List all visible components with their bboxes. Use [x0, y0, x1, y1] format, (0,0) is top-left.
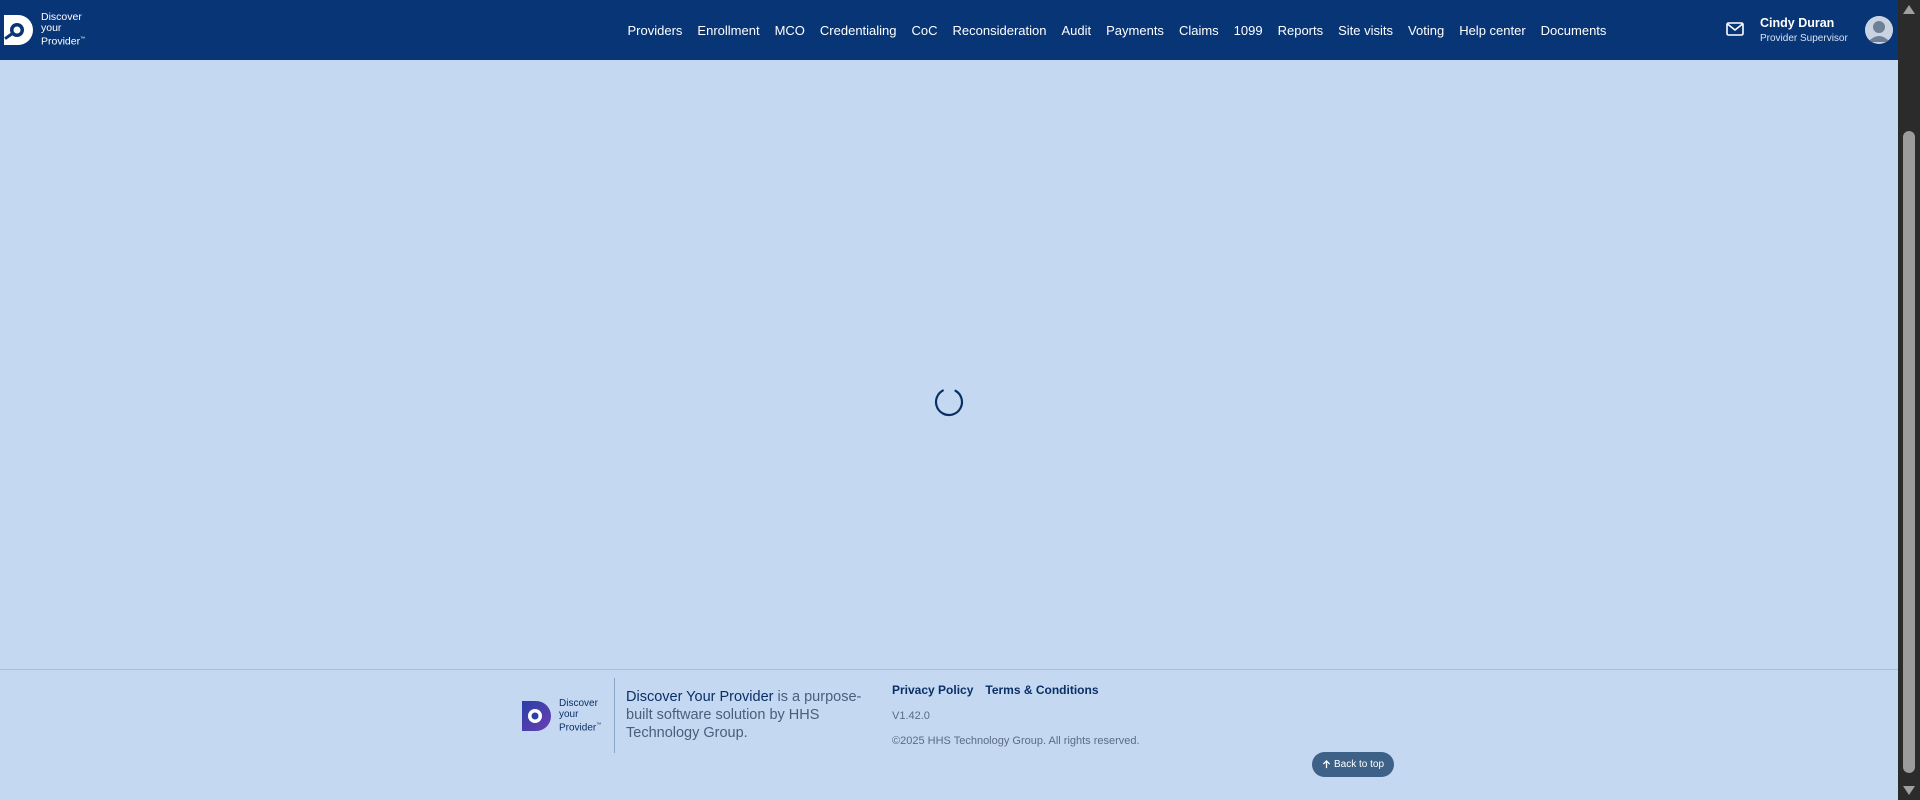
scroll-thumb[interactable] [1903, 131, 1915, 773]
nav-item-help-center[interactable]: Help center [1452, 23, 1533, 38]
nav-item-coc[interactable]: CoC [904, 23, 945, 38]
nav-item-reconsideration[interactable]: Reconsideration [945, 23, 1054, 38]
terms-conditions-link[interactable]: Terms & Conditions [985, 683, 1098, 697]
loading-spinner-icon [934, 387, 964, 417]
user-avatar-icon[interactable] [1865, 16, 1893, 44]
privacy-policy-link[interactable]: Privacy Policy [892, 683, 973, 697]
back-to-top-button[interactable]: Back to top [1312, 752, 1394, 777]
footer-links: Privacy Policy Terms & Conditions [892, 683, 1099, 697]
scroll-down-arrow-icon[interactable] [1903, 786, 1915, 795]
scroll-up-arrow-icon[interactable] [1903, 5, 1915, 14]
user-menu[interactable]: Cindy Duran Provider Supervisor [1760, 16, 1848, 44]
nav-item-enrollment[interactable]: Enrollment [690, 23, 767, 38]
top-navigation-bar: Discover your Provider™ Providers Enroll… [0, 0, 1898, 60]
nav-item-credentialing[interactable]: Credentialing [812, 23, 904, 38]
nav-item-documents[interactable]: Documents [1533, 23, 1614, 38]
footer-divider [0, 669, 1898, 670]
footer-tagline-product: Discover Your Provider [626, 689, 774, 705]
copyright-text: ©2025 HHS Technology Group. All rights r… [892, 735, 1140, 747]
nav-item-audit[interactable]: Audit [1054, 23, 1099, 38]
discover-provider-logo-icon [4, 14, 33, 45]
main-nav: Providers Enrollment MCO Credentialing C… [620, 0, 1614, 60]
nav-item-claims[interactable]: Claims [1171, 23, 1226, 38]
footer-logo-icon [522, 700, 551, 731]
user-role: Provider Supervisor [1760, 33, 1848, 44]
nav-item-site-visits[interactable]: Site visits [1331, 23, 1401, 38]
nav-item-reports[interactable]: Reports [1270, 23, 1331, 38]
arrow-up-icon [1322, 760, 1331, 769]
footer-tagline: Discover Your Provider is a purpose-buil… [626, 688, 866, 742]
footer-brand-wordmark: Discover your Provider™ [559, 698, 601, 733]
footer-brand-logo: Discover your Provider™ [520, 698, 601, 733]
brand-logo-link[interactable]: Discover your Provider™ [2, 12, 85, 48]
brand-wordmark: Discover your Provider™ [41, 12, 85, 48]
brand-line-3: Provider™ [41, 35, 86, 48]
nav-item-voting[interactable]: Voting [1401, 23, 1452, 38]
mail-icon[interactable] [1725, 20, 1745, 38]
footer-brand-line-2: your [559, 709, 579, 720]
footer-vertical-divider [614, 678, 615, 753]
nav-item-providers[interactable]: Providers [620, 23, 690, 38]
app-version: V1.42.0 [892, 710, 930, 722]
footer-brand-line-1: Discover [559, 698, 598, 709]
nav-item-mco[interactable]: MCO [767, 23, 812, 38]
page-scrollbar[interactable] [1898, 0, 1920, 800]
user-name: Cindy Duran [1760, 16, 1835, 30]
nav-item-1099[interactable]: 1099 [1226, 23, 1270, 38]
footer-brand-line-3: Provider™ [559, 722, 602, 734]
back-to-top-label: Back to top [1333, 759, 1385, 770]
nav-item-payments[interactable]: Payments [1099, 23, 1172, 38]
brand-line-2: your [41, 22, 62, 34]
